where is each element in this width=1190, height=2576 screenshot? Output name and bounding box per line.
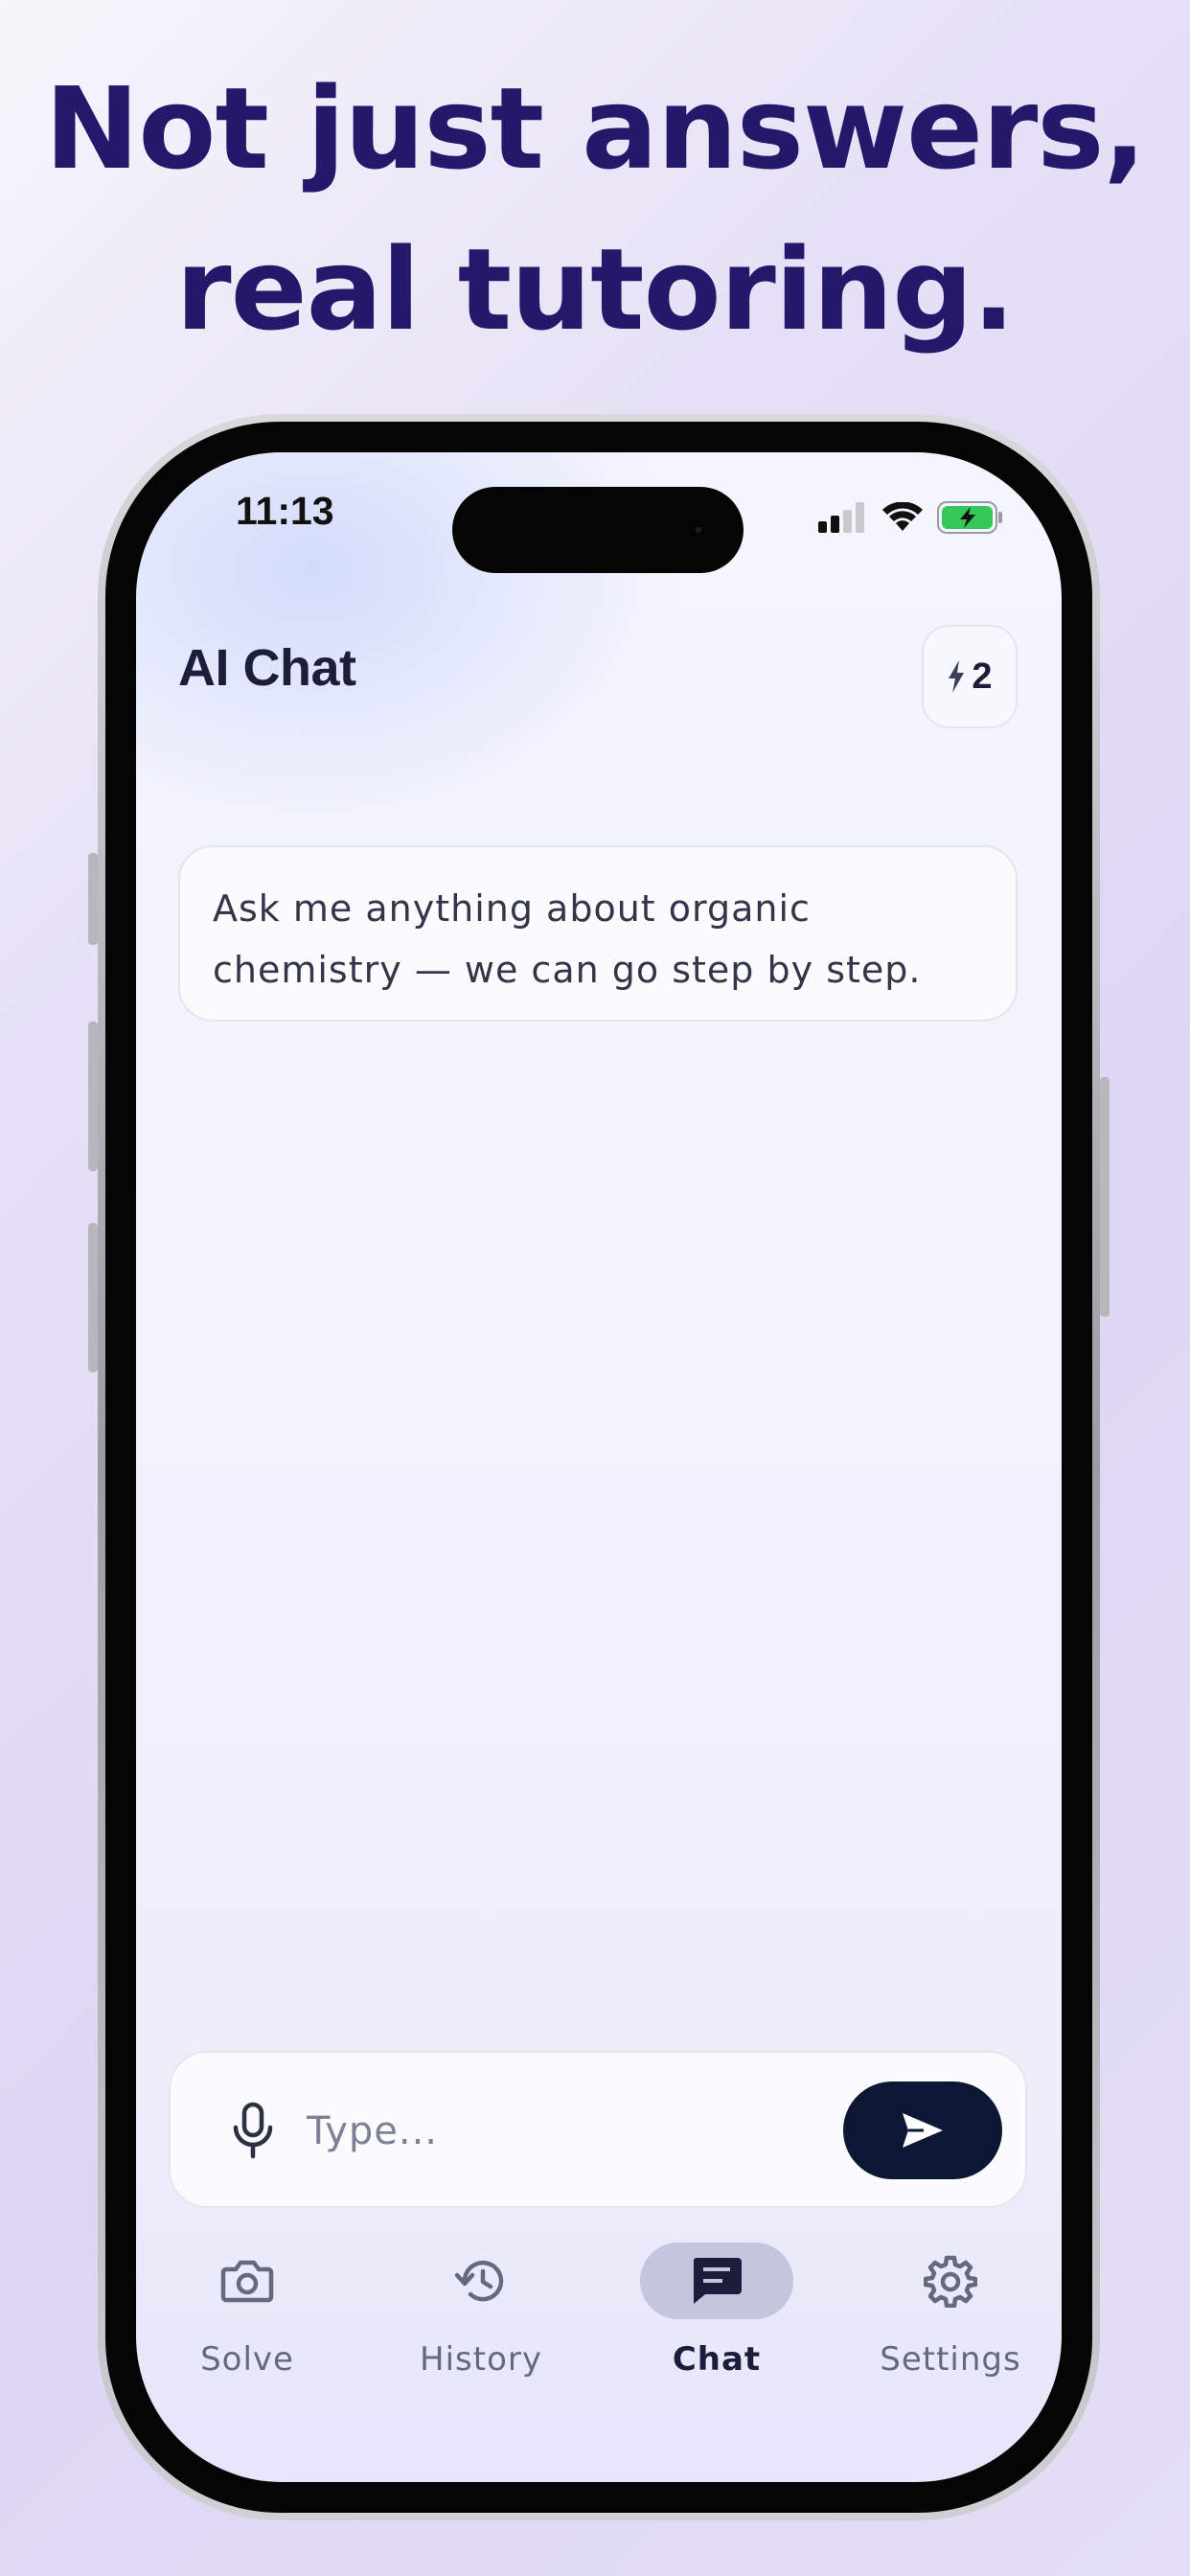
microphone-icon[interactable]	[226, 2101, 280, 2162]
power-button	[1100, 1077, 1110, 1317]
action-button	[88, 853, 98, 945]
volume-up-button	[88, 1022, 98, 1171]
tab-solve-label: Solve	[200, 2340, 294, 2379]
status-icons	[818, 500, 1004, 535]
tab-settings-icon-wrap	[874, 2242, 1027, 2319]
tab-history-icon-wrap	[404, 2242, 558, 2319]
dynamic-island	[452, 487, 744, 573]
credits-badge[interactable]: 2	[922, 625, 1018, 728]
tab-settings[interactable]: Settings	[855, 2242, 1046, 2396]
tab-history-label: History	[420, 2340, 542, 2379]
headline-line-2: real tutoring.	[175, 223, 1015, 356]
tab-history[interactable]: History	[385, 2242, 577, 2396]
tab-chat-icon-pill	[640, 2242, 793, 2319]
tab-settings-label: Settings	[880, 2340, 1021, 2379]
message-input[interactable]	[307, 2101, 805, 2162]
gear-icon	[924, 2255, 977, 2308]
marketing-headline: Not just answers, real tutoring.	[0, 48, 1190, 370]
assistant-message-bubble: Ask me anything about organic chemistry …	[178, 845, 1018, 1022]
tab-chat[interactable]: Chat	[621, 2242, 812, 2396]
tab-solve-icon-wrap	[171, 2242, 324, 2319]
headline-line-1: Not just answers,	[44, 62, 1147, 195]
send-button[interactable]	[843, 2082, 1002, 2179]
tab-solve[interactable]: Solve	[151, 2242, 343, 2396]
phone-screen: 11:13 AI Chat 2 Ask me anything about or…	[136, 452, 1062, 2482]
message-composer	[169, 2051, 1027, 2208]
camera-dot	[696, 527, 701, 533]
wifi-icon	[882, 502, 923, 531]
send-icon	[903, 2113, 943, 2148]
credits-count: 2	[972, 656, 993, 697]
bolt-icon	[949, 660, 965, 693]
tab-chat-label: Chat	[672, 2340, 762, 2379]
bottom-tab-bar: Solve History Chat Settings	[136, 2242, 1062, 2396]
camera-icon	[220, 2260, 274, 2303]
status-time: 11:13	[236, 489, 334, 533]
history-icon	[454, 2260, 504, 2302]
volume-down-button	[88, 1223, 98, 1372]
battery-charging-icon	[937, 501, 1002, 534]
cellular-signal-icon	[818, 502, 864, 533]
chat-bubble-icon	[693, 2258, 742, 2304]
page-title: AI Chat	[178, 639, 356, 697]
